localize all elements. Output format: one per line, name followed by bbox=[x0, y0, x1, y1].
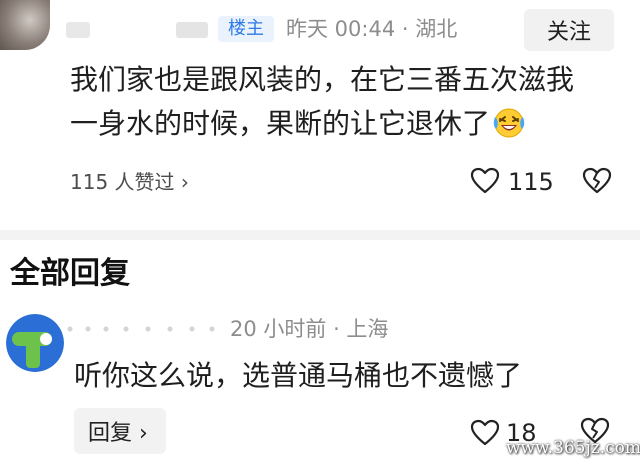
laughing-crying-emoji-icon bbox=[493, 108, 525, 138]
all-replies-heading: 全部回复 bbox=[10, 256, 130, 291]
heart-icon[interactable] bbox=[470, 166, 500, 196]
comment-meta: 昨天 00:44 · 湖北 bbox=[286, 17, 458, 41]
heart-icon[interactable] bbox=[470, 418, 500, 448]
reply-meta: 20 小时前 · 上海 bbox=[230, 317, 389, 341]
chevron-right-icon: › bbox=[180, 170, 189, 194]
watermark: www.365jz.com bbox=[506, 438, 640, 458]
avatar[interactable] bbox=[6, 314, 64, 372]
host-badge: 楼主 bbox=[218, 16, 274, 42]
likes-summary-link[interactable]: 115 人赞过 › bbox=[70, 168, 189, 196]
follow-button[interactable]: 关注 bbox=[524, 9, 614, 51]
username-blurred bbox=[176, 22, 208, 38]
username-blurred bbox=[66, 22, 90, 38]
comment-text-line: 我们家也是跟风装的，在它三番五次滋我 bbox=[70, 63, 575, 96]
username-blurred bbox=[67, 326, 215, 332]
likes-summary-text: 115 人赞过 bbox=[70, 170, 175, 194]
reply-text: 听你这么说，选普通马桶也不遗憾了 bbox=[74, 359, 523, 392]
comment-text: 我们家也是跟风装的，在它三番五次滋我 一身水的时候，果断的让它退休了 bbox=[70, 58, 620, 146]
comment-text-line: 一身水的时候，果断的让它退休了 bbox=[70, 102, 620, 146]
reply-button[interactable]: 回复 › bbox=[74, 408, 166, 454]
section-divider bbox=[0, 230, 640, 240]
avatar[interactable] bbox=[0, 0, 50, 50]
like-count: 115 bbox=[508, 168, 554, 196]
broken-heart-icon[interactable] bbox=[582, 166, 612, 196]
comment-text-segment: 一身水的时候，果断的让它退休了 bbox=[70, 107, 491, 140]
